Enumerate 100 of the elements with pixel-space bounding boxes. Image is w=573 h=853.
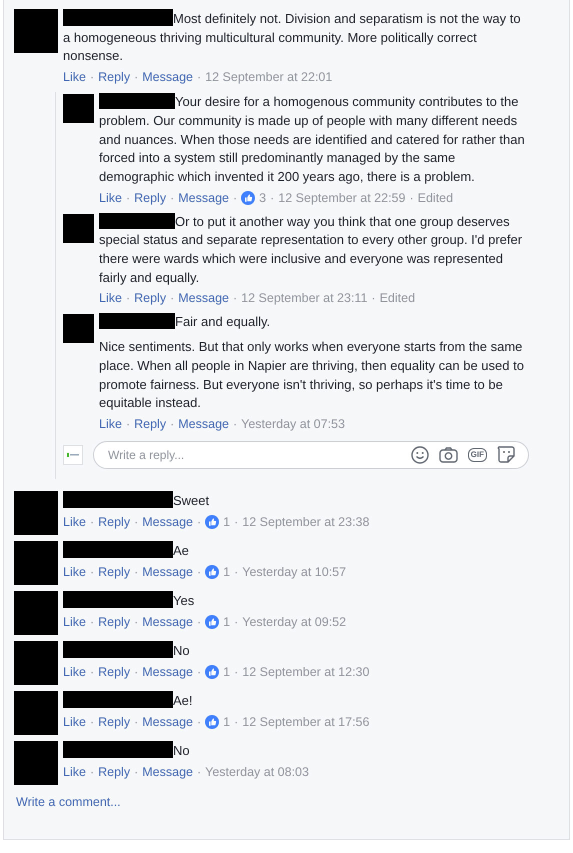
action-link[interactable]: Like — [63, 512, 86, 531]
separator: · — [409, 190, 414, 207]
action-link[interactable]: Reply — [134, 289, 166, 308]
timestamp[interactable]: Yesterday at 07:53 — [241, 414, 345, 433]
separator: · — [234, 614, 238, 631]
like-icon — [205, 564, 220, 579]
timestamp[interactable]: 12 September at 17:56 — [242, 712, 370, 731]
comment-text: No — [63, 740, 529, 761]
comment-text: Most definitely not. Division and separatism is not the way to a homogeneous thriving multicultural community. More politically correct nonsense. — [63, 9, 529, 66]
action-link[interactable]: Reply — [98, 762, 130, 781]
separator: · — [134, 664, 138, 681]
action-link[interactable]: Message — [178, 289, 229, 308]
write-comment-link[interactable]: Write a comment... — [16, 794, 121, 809]
timestamp[interactable]: Yesterday at 10:57 — [242, 562, 346, 581]
action-link[interactable]: Reply — [98, 612, 130, 631]
action-link[interactable]: Message — [142, 712, 193, 731]
separator: · — [90, 764, 94, 781]
separator: · — [234, 564, 238, 581]
like-count: 1 — [223, 514, 230, 531]
timestamp[interactable]: 12 September at 22:59 — [278, 188, 406, 207]
like-count: 3 — [259, 190, 266, 207]
action-link[interactable]: Like — [63, 612, 86, 631]
action-link[interactable]: Like — [63, 562, 86, 581]
page-avatar — [63, 444, 83, 465]
action-link[interactable]: Reply — [98, 712, 130, 731]
action-link[interactable]: Reply — [98, 562, 130, 581]
separator: · — [170, 290, 174, 308]
action-link[interactable]: Message — [142, 512, 193, 531]
like-icon — [205, 614, 220, 629]
separator: · — [196, 614, 202, 631]
action-link[interactable]: Like — [63, 662, 86, 681]
separator: · — [196, 764, 202, 781]
timestamp[interactable]: Yesterday at 08:03 — [205, 762, 309, 781]
separator: · — [134, 514, 138, 531]
avatar-redaction — [14, 740, 58, 785]
separator: · — [134, 564, 138, 581]
action-link[interactable]: Like — [99, 188, 122, 207]
like-count: 1 — [223, 614, 230, 631]
separator: · — [126, 290, 130, 308]
edited-label[interactable]: Edited — [418, 188, 454, 207]
comment-text: Your desire for a homogenous community contributes to the problem. Our community is made up of people with many different needs and nuances. When those needs are identified and catered for rather than forced into a system still predominantly managed by the same demographic which invented it 200 years ago, there is a problem. — [99, 93, 529, 187]
action-link[interactable]: Message — [178, 188, 229, 207]
timestamp[interactable]: 12 September at 12:30 — [242, 662, 370, 681]
separator: · — [90, 514, 94, 531]
separator: · — [126, 416, 130, 433]
edited-label[interactable]: Edited — [380, 289, 416, 308]
like-icon — [205, 714, 220, 729]
separator: · — [126, 190, 130, 207]
separator: · — [232, 190, 238, 207]
separator: · — [196, 514, 202, 531]
action-link[interactable]: Message — [142, 68, 193, 86]
action-link[interactable]: Like — [63, 712, 86, 731]
reply-field[interactable]: Write a reply... GIF — [93, 440, 529, 469]
separator: · — [196, 69, 202, 86]
separator: · — [134, 614, 138, 631]
avatar-redaction — [14, 690, 58, 735]
separator: · — [371, 290, 376, 308]
separator: · — [196, 714, 202, 731]
emoji-icon — [410, 446, 429, 464]
like-icon — [205, 514, 220, 529]
avatar-redaction — [63, 314, 94, 344]
action-link[interactable]: Like — [63, 762, 86, 781]
timestamp[interactable]: 12 September at 22:01 — [205, 68, 332, 86]
action-link[interactable]: Reply — [98, 512, 130, 531]
like-icon — [205, 664, 220, 679]
action-link[interactable]: Message — [178, 414, 229, 433]
action-link[interactable]: Reply — [134, 188, 166, 207]
action-link[interactable]: Message — [142, 562, 193, 581]
comment-text: Sweet — [63, 490, 529, 511]
separator: · — [170, 416, 174, 433]
separator: · — [196, 564, 202, 581]
separator: · — [134, 69, 138, 86]
action-link[interactable]: Reply — [98, 68, 130, 86]
timestamp[interactable]: 12 September at 23:11 — [241, 289, 368, 308]
action-link[interactable]: Message — [142, 762, 193, 781]
action-link[interactable]: Like — [63, 68, 86, 86]
action-link[interactable]: Like — [99, 289, 122, 308]
timestamp[interactable]: 12 September at 23:38 — [242, 512, 370, 531]
avatar-redaction — [63, 214, 94, 243]
action-link[interactable]: Reply — [134, 414, 166, 433]
avatar-redaction — [14, 640, 58, 685]
action-link[interactable]: Like — [99, 414, 122, 433]
sticker-icon — [497, 445, 516, 464]
comment-text: Ae — [63, 540, 529, 561]
separator: · — [232, 416, 238, 433]
action-link[interactable]: Message — [142, 612, 193, 631]
comment-text: Or to put it another way you think that one group deserves special status and separate representation to every other group. I'd prefer there were wards which were inclusive and everyone was represented fairly and equally. — [99, 212, 529, 288]
separator: · — [90, 664, 94, 681]
separator: · — [134, 764, 138, 781]
like-count: 1 — [223, 564, 230, 581]
avatar-redaction — [63, 94, 94, 124]
comment-text: No — [63, 640, 529, 661]
separator: · — [90, 614, 94, 631]
avatar-redaction — [14, 540, 58, 585]
timestamp[interactable]: Yesterday at 09:52 — [242, 612, 346, 631]
like-count: 1 — [223, 714, 230, 731]
gif-button[interactable]: GIF — [468, 448, 487, 462]
action-link[interactable]: Message — [142, 662, 193, 681]
action-link[interactable]: Reply — [98, 662, 130, 681]
separator: · — [90, 714, 94, 731]
